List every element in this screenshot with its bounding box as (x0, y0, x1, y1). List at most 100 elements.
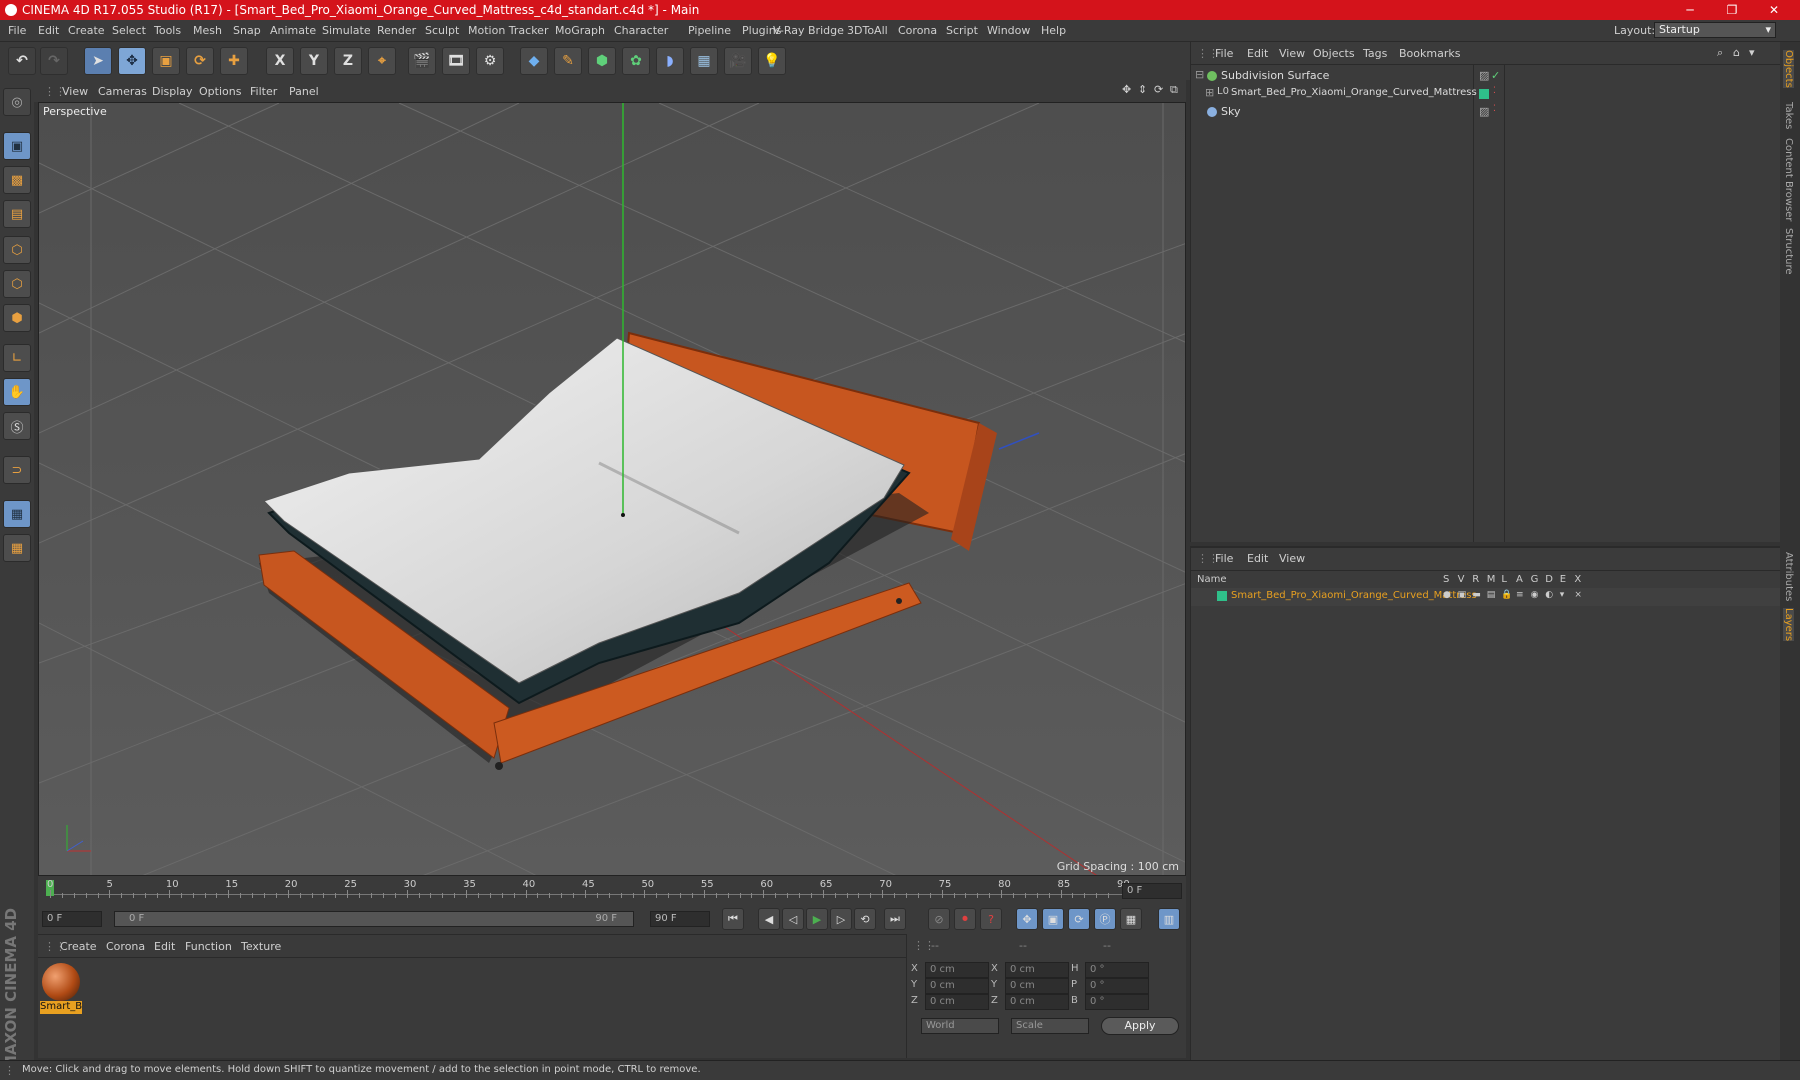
layer-color-swatch[interactable] (1217, 591, 1227, 601)
menu-motion-tracker[interactable]: Motion Tracker (468, 24, 548, 37)
coord-value-field[interactable]: 0 cm (925, 962, 989, 978)
tab-content-browser[interactable]: Content Browser (1783, 138, 1794, 221)
coord-value-field[interactable]: 0 ° (1085, 978, 1149, 994)
column-name[interactable]: Name (1197, 574, 1227, 585)
coord-value-field[interactable]: 0 cm (1005, 962, 1069, 978)
key-parameter-icon[interactable]: Ⓟ (1094, 908, 1116, 930)
obj-menu-file[interactable]: File (1215, 47, 1233, 60)
menu-window[interactable]: Window (987, 24, 1030, 37)
tab-takes[interactable]: Takes (1783, 102, 1794, 129)
layer-menu-file[interactable]: File (1215, 552, 1233, 565)
layer-flag-g-icon[interactable]: ◉ (1531, 590, 1539, 600)
filter-icon[interactable]: ▾ (1749, 46, 1755, 59)
key-scale-icon[interactable]: ▣ (1042, 908, 1064, 930)
start-frame-field[interactable]: 0 F (42, 911, 102, 927)
column-flag-v[interactable]: V (1458, 574, 1465, 585)
column-flag-s[interactable]: S (1443, 574, 1449, 585)
obj-menu-bookmarks[interactable]: Bookmarks (1399, 47, 1460, 60)
workplane-icon[interactable]: ▤ (3, 200, 31, 228)
coordinate-system-icon[interactable]: ⌖ (368, 47, 396, 75)
redo-icon[interactable]: ↷ (40, 47, 68, 75)
menu-edit[interactable]: Edit (38, 24, 59, 37)
object-row-bed[interactable]: ⊞ L0 Smart_Bed_Pro_Xiaomi_Orange_Curved_… (1191, 86, 1781, 104)
menu-select[interactable]: Select (112, 24, 146, 37)
viewport-menu-panel[interactable]: Panel (289, 85, 319, 98)
transform-tool-icon[interactable]: ✚ (220, 47, 248, 75)
home-icon[interactable]: ⌂ (1733, 46, 1740, 59)
scale-tool-icon[interactable]: ▣ (152, 47, 180, 75)
layer-menu-view[interactable]: View (1279, 552, 1305, 565)
autokey-icon[interactable]: ⏺ (954, 908, 976, 930)
menu-corona[interactable]: Corona (898, 24, 937, 37)
timeline-ruler[interactable]: 051015202530354045505560657075808590 0 F (38, 876, 1186, 904)
move-tool-icon[interactable]: ✥ (118, 47, 146, 75)
points-mode-icon[interactable]: ⬡ (3, 236, 31, 264)
search-icon[interactable]: ⌕ (1717, 46, 1723, 60)
layer-color-swatch[interactable] (1479, 89, 1489, 99)
viewport-menu-cameras[interactable]: Cameras (98, 85, 147, 98)
play-icon[interactable]: ▶ (806, 908, 828, 930)
close-button[interactable]: ✕ (1754, 1, 1794, 19)
obj-menu-view[interactable]: View (1279, 47, 1305, 60)
layer-flag-x-icon[interactable]: ⨯ (1574, 590, 1582, 600)
obj-menu-edit[interactable]: Edit (1247, 47, 1268, 60)
column-flag-g[interactable]: G (1531, 574, 1539, 585)
goto-start-icon[interactable]: ⏮ (722, 908, 744, 930)
tab-attributes[interactable]: Attributes (1783, 552, 1794, 601)
menu-pipeline[interactable]: Pipeline (688, 24, 731, 37)
collapse-icon[interactable]: ⊟ (1195, 68, 1204, 81)
menu-render[interactable]: Render (377, 24, 416, 37)
viewport-menu-filter[interactable]: Filter (250, 85, 277, 98)
deformer-icon[interactable]: ◗ (656, 47, 684, 75)
tab-structure[interactable]: Structure (1783, 228, 1794, 275)
layer-flag-m-icon[interactable]: ▤ (1487, 590, 1496, 600)
menu-character[interactable]: Character (614, 24, 668, 37)
model-mode-icon[interactable]: ▣ (3, 132, 31, 160)
camera-icon[interactable]: 🎥 (724, 47, 752, 75)
next-frame-icon[interactable]: ▷ (830, 908, 852, 930)
viewport-menu-display[interactable]: Display (152, 85, 193, 98)
column-flag-m[interactable]: M (1487, 574, 1496, 585)
menu-create[interactable]: Create (68, 24, 105, 37)
tab-objects[interactable]: Objects (1783, 50, 1794, 88)
prev-frame-icon[interactable]: ◁ (782, 908, 804, 930)
menu-file[interactable]: File (8, 24, 26, 37)
y-axis-lock-button[interactable]: Y (300, 47, 328, 75)
floor-icon[interactable]: ▦ (690, 47, 718, 75)
scale-select[interactable]: Scale (1011, 1018, 1089, 1034)
render-picture-viewer-icon[interactable]: 🎞 (442, 47, 470, 75)
workplane-lock-icon[interactable]: ▦ (3, 500, 31, 528)
menu-animate[interactable]: Animate (270, 24, 316, 37)
layer-tag-icon[interactable]: ▨ (1479, 69, 1489, 82)
mat-menu-texture[interactable]: Texture (241, 940, 281, 953)
3d-viewport[interactable]: Perspective Grid Spacing : 100 cm (38, 102, 1186, 876)
obj-menu-objects[interactable]: Objects (1313, 47, 1355, 60)
menu-snap[interactable]: Snap (233, 24, 261, 37)
cube-object-icon[interactable]: ◆ (520, 47, 548, 75)
menu-3dtoall[interactable]: 3DToAll (847, 24, 888, 37)
menu-mograph[interactable]: MoGraph (555, 24, 605, 37)
prev-key-icon[interactable]: ◀ (758, 908, 780, 930)
layer-flag-a-icon[interactable]: ≡ (1516, 590, 1524, 600)
menu-tools[interactable]: Tools (154, 24, 181, 37)
polygons-mode-icon[interactable]: ⬢ (3, 304, 31, 332)
layer-flag-v-icon[interactable]: ▣ (1458, 590, 1467, 600)
expand-icon[interactable]: ⊞ (1205, 86, 1214, 99)
coord-value-field[interactable]: 0 ° (1085, 962, 1149, 978)
light-icon[interactable]: 💡 (758, 47, 786, 75)
range-slider[interactable]: 0 F 90 F (114, 911, 634, 927)
menu-sculpt[interactable]: Sculpt (425, 24, 459, 37)
render-settings-icon[interactable]: ⚙ (476, 47, 504, 75)
snap-icon[interactable]: Ⓢ (3, 412, 31, 440)
current-frame-field[interactable]: 0 F (1122, 883, 1182, 899)
menu-script[interactable]: Script (946, 24, 978, 37)
nurbs-icon[interactable]: ⬢ (588, 47, 616, 75)
object-row-sky[interactable]: Sky ▨ ⁚ (1191, 104, 1781, 122)
viewport-menu-view[interactable]: View (62, 85, 88, 98)
coord-value-field[interactable]: 0 cm (1005, 978, 1069, 994)
rotate-tool-icon[interactable]: ⟳ (186, 47, 214, 75)
layer-menu-edit[interactable]: Edit (1247, 552, 1268, 565)
menu-simulate[interactable]: Simulate (322, 24, 371, 37)
coord-value-field[interactable]: 0 cm (1005, 994, 1069, 1010)
layer-flag-l-icon[interactable]: 🔒 (1501, 590, 1512, 600)
